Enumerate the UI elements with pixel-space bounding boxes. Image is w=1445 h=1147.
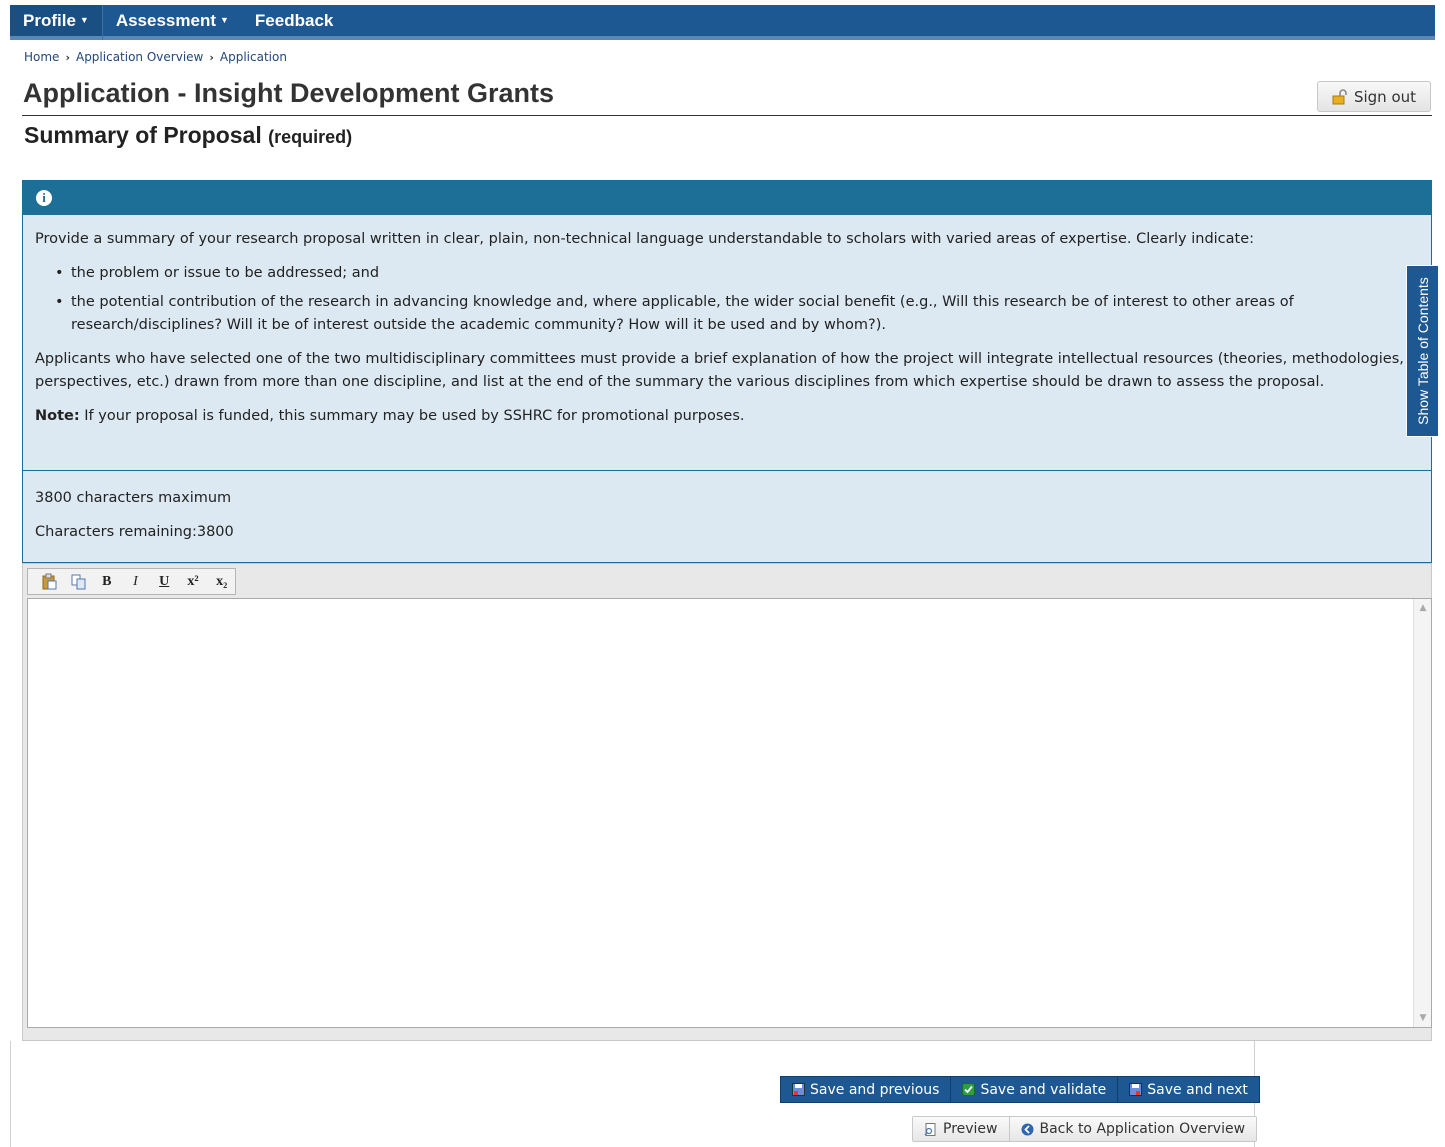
save-next-icon: [1129, 1083, 1143, 1096]
instructions-bullets: the problem or issue to be addressed; an…: [35, 262, 1420, 337]
save-actions: Save and previous Save and validate Save…: [780, 1076, 1260, 1103]
copy-button[interactable]: [65, 571, 92, 593]
sign-out-button[interactable]: Sign out: [1317, 81, 1431, 112]
note-text: If your proposal is funded, this summary…: [84, 408, 745, 424]
paste-icon: [42, 573, 57, 590]
editor-toolbar: B I U x² x₂: [27, 568, 236, 595]
editor-scrollbar[interactable]: ▲ ▼: [1413, 599, 1431, 1027]
rich-text-editor: B I U x² x₂ ▲ ▼: [22, 563, 1432, 1041]
bullet-problem: the problem or issue to be addressed; an…: [35, 262, 1420, 285]
page-title: Application - Insight Development Grants: [23, 78, 555, 108]
secondary-actions: Preview Back to Application Overview: [912, 1116, 1258, 1142]
nav-assessment[interactable]: Assessment ▼: [103, 5, 242, 36]
footer-left-border: [10, 1041, 11, 1147]
check-icon: [962, 1083, 976, 1096]
preview-button[interactable]: Preview: [913, 1117, 1010, 1141]
caret-down-icon: ▼: [79, 15, 89, 25]
characters-remaining: Characters remaining:3800: [35, 524, 234, 540]
instructions-divider: [23, 470, 1431, 471]
italic-button[interactable]: I: [122, 571, 149, 593]
save-and-previous-button[interactable]: Save and previous: [781, 1077, 952, 1102]
note-label: Note:: [35, 408, 80, 424]
back-to-overview-label: Back to Application Overview: [1039, 1121, 1246, 1137]
summary-text-area[interactable]: ▲ ▼: [27, 598, 1432, 1028]
bullet-contribution: the potential contribution of the resear…: [35, 291, 1420, 337]
show-table-of-contents-tab[interactable]: Show Table of Contents: [1406, 265, 1439, 437]
preview-icon: [924, 1122, 936, 1136]
chevron-right-icon: ›: [209, 50, 214, 64]
copy-icon: [71, 574, 86, 590]
underline-button[interactable]: U: [151, 571, 178, 593]
nav-assessment-label: Assessment: [115, 11, 216, 30]
save-and-validate-button[interactable]: Save and validate: [951, 1077, 1119, 1102]
breadcrumb: Home › Application Overview › Applicatio…: [24, 50, 287, 64]
save-and-validate-label: Save and validate: [980, 1081, 1107, 1098]
toc-label: Show Table of Contents: [1414, 277, 1431, 425]
save-previous-icon: [792, 1083, 805, 1096]
superscript-button[interactable]: x²: [180, 571, 207, 593]
back-to-overview-button[interactable]: Back to Application Overview: [1009, 1117, 1257, 1141]
instructions-text: Provide a summary of your research propo…: [35, 228, 1420, 428]
nav-feedback[interactable]: Feedback: [242, 5, 346, 36]
instructions-panel: i Provide a summary of your research pro…: [22, 180, 1432, 563]
instructions-intro: Provide a summary of your research propo…: [35, 231, 1255, 247]
max-characters: 3800 characters maximum: [35, 490, 232, 506]
paste-button[interactable]: [36, 571, 63, 593]
caret-down-icon: ▼: [220, 15, 229, 25]
breadcrumb-current: Application: [219, 50, 287, 64]
section-title: Summary of Proposal (required): [24, 122, 352, 149]
section-title-text: Summary of Proposal: [24, 122, 262, 148]
breadcrumb-home[interactable]: Home: [24, 50, 59, 64]
instructions-header: i: [23, 181, 1431, 215]
title-divider: [22, 115, 1432, 116]
nav-profile-label: Profile: [23, 11, 76, 30]
save-and-next-label: Save and next: [1147, 1081, 1248, 1098]
scroll-down-icon[interactable]: ▼: [1418, 1013, 1428, 1023]
instructions-note: Note: If your proposal is funded, this s…: [35, 405, 1420, 428]
back-arrow-icon: [1021, 1123, 1033, 1135]
sign-out-label: Sign out: [1353, 87, 1417, 106]
required-marker: (required): [268, 127, 353, 147]
top-navbar: Profile ▼ Assessment ▼ Feedback: [10, 5, 1435, 40]
bold-button[interactable]: B: [93, 571, 120, 593]
preview-label: Preview: [943, 1121, 998, 1137]
nav-profile[interactable]: Profile ▼: [10, 5, 102, 36]
instructions-multidisciplinary: Applicants who have selected one of the …: [35, 351, 1404, 390]
subscript-button[interactable]: x₂: [208, 571, 235, 593]
info-icon: i: [36, 190, 52, 206]
save-and-previous-label: Save and previous: [810, 1081, 940, 1098]
breadcrumb-overview[interactable]: Application Overview: [76, 50, 203, 64]
save-and-next-button[interactable]: Save and next: [1118, 1077, 1259, 1102]
scroll-up-icon[interactable]: ▲: [1418, 603, 1428, 613]
unlock-icon: [1332, 88, 1347, 104]
chevron-right-icon: ›: [65, 50, 70, 64]
nav-feedback-label: Feedback: [254, 11, 334, 30]
